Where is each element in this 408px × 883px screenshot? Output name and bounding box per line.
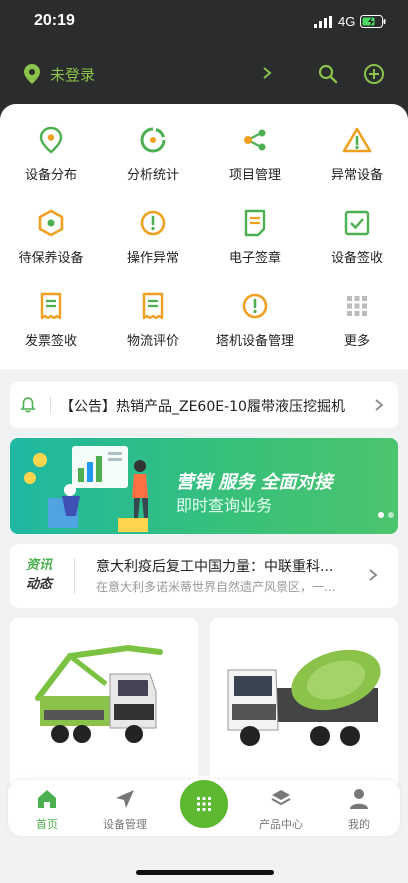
grid-item-label: 电子签章 bbox=[228, 251, 281, 266]
pump-truck-image bbox=[35, 644, 163, 743]
grid-item-label: 物流评价 bbox=[126, 334, 179, 349]
grid-item-label: 塔机设备管理 bbox=[215, 334, 294, 349]
product-card-mixer-truck[interactable] bbox=[210, 618, 398, 788]
receipt-icon bbox=[142, 292, 164, 320]
apps-grid-icon bbox=[197, 797, 211, 811]
divider bbox=[74, 558, 75, 594]
news-title: 意大利疫后复工中国力量：中联重科... bbox=[96, 559, 334, 575]
carousel-dot bbox=[378, 512, 384, 518]
add-circle-icon[interactable] bbox=[363, 63, 385, 85]
location-icon bbox=[24, 64, 40, 84]
bell-icon bbox=[20, 397, 36, 413]
tab-label: 产品中心 bbox=[259, 818, 303, 831]
tab-home[interactable]: 首页 bbox=[12, 788, 82, 832]
grid-item-label: 项目管理 bbox=[228, 168, 281, 183]
divider bbox=[50, 396, 51, 414]
status-time: 20:19 bbox=[34, 12, 75, 29]
grid-item-project-management[interactable]: 项目管理 bbox=[204, 126, 306, 196]
layers-icon bbox=[271, 790, 291, 806]
grid-item-device-receipt[interactable]: 设备签收 bbox=[306, 209, 408, 279]
document-icon bbox=[244, 209, 266, 237]
grid-item-invoice-receipt[interactable]: 发票签收 bbox=[0, 292, 102, 362]
tab-label: 首页 bbox=[36, 818, 58, 831]
announcement-text: 【公告】热销产品_ZE60E-10履带液压挖掘机 bbox=[60, 399, 345, 415]
navigation-arrow-icon bbox=[116, 790, 134, 808]
checkbox-icon bbox=[344, 210, 370, 236]
carousel-indicator bbox=[374, 503, 394, 522]
tab-label: 我的 bbox=[348, 818, 370, 831]
grid-item-analysis[interactable]: 分析统计 bbox=[102, 126, 204, 196]
product-card-pump-truck[interactable] bbox=[10, 618, 198, 788]
grid-item-label: 更多 bbox=[343, 334, 370, 349]
person-icon bbox=[350, 789, 368, 809]
chevron-right-icon[interactable] bbox=[262, 66, 272, 80]
mixer-truck-image bbox=[227, 649, 381, 746]
function-card: 设备分布 分析统计 项目管理 异常设备 待保养设备 操作异常 电子签章 设备签收… bbox=[0, 104, 408, 369]
chevron-right-icon bbox=[369, 569, 378, 581]
share-nodes-icon bbox=[244, 129, 266, 151]
tab-mine[interactable]: 我的 bbox=[324, 788, 394, 832]
promo-banner[interactable]: 营销 服务 全面对接 即时查询业务 bbox=[10, 438, 398, 534]
grid-item-label: 分析统计 bbox=[126, 168, 179, 183]
grid-item-abnormal-devices[interactable]: 异常设备 bbox=[306, 126, 408, 196]
signal-icon bbox=[314, 16, 332, 28]
grid-item-label: 异常设备 bbox=[330, 168, 383, 183]
grid-item-label: 设备分布 bbox=[24, 168, 77, 183]
grid-item-device-distribution[interactable]: 设备分布 bbox=[0, 126, 102, 196]
grid-item-logistics-review[interactable]: 物流评价 bbox=[102, 292, 204, 362]
grid-item-more[interactable]: 更多 bbox=[306, 292, 408, 362]
grid-item-label: 待保养设备 bbox=[18, 251, 84, 266]
news-tag: 资讯 动态 bbox=[26, 558, 53, 592]
network-type: 4G bbox=[338, 14, 356, 29]
battery-icon bbox=[360, 15, 386, 28]
home-icon bbox=[38, 790, 56, 808]
home-indicator bbox=[136, 870, 274, 875]
banner-subtitle: 即时查询业务 bbox=[176, 496, 273, 515]
news-card[interactable]: 资讯 动态 意大利疫后复工中国力量：中联重科... 在意大利多诺米蒂世界自然遗产… bbox=[10, 544, 398, 608]
banner-illustration bbox=[24, 446, 148, 532]
grid-more-icon bbox=[347, 296, 367, 316]
status-bar: 20:19 4G bbox=[0, 12, 408, 34]
news-summary: 在意大利多诺米蒂世界自然遗产风景区，一... bbox=[96, 580, 336, 594]
grid-item-tower-crane-management[interactable]: 塔机设备管理 bbox=[204, 292, 306, 362]
warning-triangle-icon bbox=[342, 127, 372, 153]
center-action-button[interactable] bbox=[176, 776, 232, 832]
grid-item-e-signature[interactable]: 电子签章 bbox=[204, 209, 306, 279]
grid-item-label: 设备签收 bbox=[330, 251, 383, 266]
grid-item-label: 操作异常 bbox=[126, 251, 179, 266]
alert-circle-icon bbox=[140, 210, 166, 236]
invoice-icon bbox=[40, 292, 62, 320]
grid-item-label: 发票签收 bbox=[24, 334, 77, 349]
chevron-right-icon bbox=[375, 399, 384, 411]
tab-label: 设备管理 bbox=[103, 818, 147, 831]
search-icon[interactable] bbox=[318, 64, 338, 84]
alert-circle-icon bbox=[242, 293, 268, 319]
top-bar: 未登录 bbox=[0, 60, 408, 88]
location-pin-icon bbox=[39, 126, 63, 154]
tab-product-center[interactable]: 产品中心 bbox=[246, 788, 316, 832]
announcement-bar[interactable]: 【公告】热销产品_ZE60E-10履带液压挖掘机 bbox=[10, 382, 398, 428]
hexagon-maintenance-icon bbox=[38, 209, 64, 237]
grid-item-pending-maintenance[interactable]: 待保养设备 bbox=[0, 209, 102, 279]
tab-device-management[interactable]: 设备管理 bbox=[90, 788, 160, 832]
bottom-tab-bar: 首页 设备管理 产品中心 我的 bbox=[8, 776, 400, 836]
banner-title: 营销 服务 全面对接 bbox=[176, 472, 333, 493]
carousel-dot bbox=[388, 512, 394, 518]
grid-item-operation-exception[interactable]: 操作异常 bbox=[102, 209, 204, 279]
pie-chart-icon bbox=[140, 127, 166, 153]
login-status[interactable]: 未登录 bbox=[50, 64, 95, 85]
